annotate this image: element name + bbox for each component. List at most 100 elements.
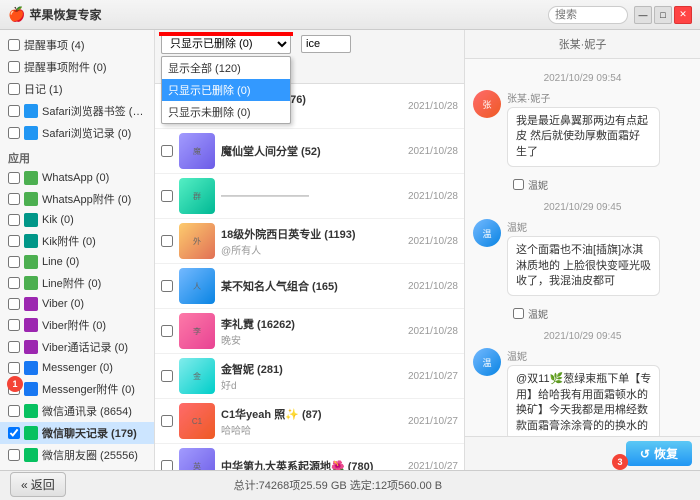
app-title: 苹果恢复专家	[29, 6, 101, 23]
sidebar-item-safari-bookmark[interactable]: Safari浏览器书签 (19)	[0, 100, 154, 122]
chat-check-5[interactable]	[161, 280, 173, 292]
msg-check-2[interactable]	[513, 308, 524, 319]
sidebar-check-safari-history[interactable]	[8, 127, 20, 139]
sidebar-item-safari-history[interactable]: Safari浏览记录 (0)	[0, 122, 154, 144]
sidebar-item-viber[interactable]: Viber (0)	[0, 294, 154, 314]
close-button[interactable]: ✕	[674, 6, 692, 24]
chat-avatar-2: 魔	[179, 133, 215, 169]
sidebar-item-kik-attach[interactable]: Kik附件 (0)	[0, 230, 154, 252]
sidebar-item-viber-attach[interactable]: Viber附件 (0)	[0, 314, 154, 336]
chat-search-input[interactable]	[301, 35, 351, 53]
sidebar-check-line-attach[interactable]	[8, 277, 20, 289]
chat-item[interactable]: C1 C1华yeah 照✨ (87) 哈哈哈 2021/10/27	[155, 399, 464, 444]
sidebar-check-whatsapp-attach[interactable]	[8, 193, 20, 205]
sidebar-check-kik-attach[interactable]	[8, 235, 20, 247]
sidebar-check-riji[interactable]	[8, 83, 20, 95]
chat-info-8: C1华yeah 照✨ (87) 哈哈哈	[221, 406, 402, 437]
sidebar-check-viber-call[interactable]	[8, 341, 20, 353]
total-info: 总计:74268项25.59 GB 选定:12项560.00 B	[234, 477, 443, 493]
sidebar-item-tixing[interactable]: 提醒事项 (4)	[0, 34, 154, 56]
chat-item[interactable]: 魔 魔仙堂人间分堂 (52) 2021/10/28	[155, 129, 464, 174]
messenger-icon	[24, 361, 38, 375]
chat-avatar-9: 英	[179, 448, 215, 470]
whatsapp-attach-icon	[24, 192, 38, 206]
filter-select[interactable]: 显示全部 (120) 只显示已删除 (0) 只显示未删除 (0)	[161, 34, 291, 54]
sidebar-check-wechat-moment[interactable]	[8, 449, 20, 461]
restore-button[interactable]: ↺ 恢复	[626, 441, 692, 466]
sidebar-check-line[interactable]	[8, 256, 20, 268]
chat-info-9: 中华第九大英系起源地🌺 (780)	[221, 458, 402, 470]
safari-history-icon	[24, 126, 38, 140]
msg-check-1[interactable]	[513, 179, 524, 190]
filter-menu-item-deleted[interactable]: 只显示已删除 (0)	[162, 79, 290, 101]
sidebar-check-wechat-chat[interactable]	[8, 427, 20, 439]
sidebar-item-wechat-msg[interactable]: 微信通讯录 (8654)	[0, 400, 154, 422]
chat-meta-4: 2021/10/28	[408, 236, 458, 247]
chat-avatar-6: 李	[179, 313, 215, 349]
wechat-msg-icon	[24, 404, 38, 418]
sidebar-item-riji[interactable]: 日记 (1)	[0, 78, 154, 100]
chat-check-7[interactable]	[161, 370, 173, 382]
title-bar: 🍎 苹果恢复专家 — □ ✕	[0, 0, 700, 30]
sidebar-check-safari-bookmark[interactable]	[8, 105, 20, 117]
sidebar-check-whatsapp[interactable]	[8, 172, 20, 184]
chat-item[interactable]: 李 李礼霓 (16262) 晚安 2021/10/28	[155, 309, 464, 354]
chat-info-4: 18级外院西日英专业 (1193) @所有人	[221, 226, 402, 257]
sidebar-item-wechat-moment[interactable]: 微信朋友圈 (25556)	[0, 444, 154, 466]
msg-row-1: 张 张某·妮子 我是最近鼻翼那两边有点起皮 然后就使劲厚敷面霜好 生了	[473, 90, 692, 167]
maximize-button[interactable]: □	[654, 6, 672, 24]
sidebar-check-viber-attach[interactable]	[8, 319, 20, 331]
sidebar-check-kik[interactable]	[8, 214, 20, 226]
safari-bookmark-icon	[24, 104, 38, 118]
back-button[interactable]: « 返回	[10, 472, 66, 497]
sidebar-item-whatsapp[interactable]: WhatsApp (0)	[0, 168, 154, 188]
sidebar-check-messenger[interactable]	[8, 362, 20, 374]
restore-area: ↺ 恢复	[465, 436, 700, 470]
chat-check-2[interactable]	[161, 145, 173, 157]
chat-contact-name: 张某·妮子	[559, 39, 607, 51]
sidebar-item-viber-call[interactable]: Viber通话记录 (0)	[0, 336, 154, 358]
chat-avatar-8: C1	[179, 403, 215, 439]
sidebar-item-whatsapp-attach[interactable]: WhatsApp附件 (0)	[0, 188, 154, 210]
chat-item[interactable]: 人 某不知名人气组合 (165) 2021/10/28	[155, 264, 464, 309]
chat-check-3[interactable]	[161, 190, 173, 202]
filter-menu-item-all[interactable]: 显示全部 (120)	[162, 57, 290, 79]
sidebar-item-line-attach[interactable]: Line附件 (0)	[0, 272, 154, 294]
sidebar-item-line[interactable]: Line (0)	[0, 252, 154, 272]
msg-checkbox-row-2: 温妮	[473, 304, 692, 325]
sidebar-item-wechat-chat[interactable]: 微信聊天记录 (179)	[0, 422, 154, 444]
sidebar-check-viber[interactable]	[8, 298, 20, 310]
sidebar-item-kik[interactable]: Kik (0)	[0, 210, 154, 230]
chat-check-8[interactable]	[161, 415, 173, 427]
chat-item[interactable]: 英 中华第九大英系起源地🌺 (780) 2021/10/27	[155, 444, 464, 470]
sidebar-check-tixingfujian[interactable]	[8, 61, 20, 73]
sidebar: 提醒事项 (4) 提醒事项附件 (0) 日记 (1) Safari浏览器书签 (…	[0, 30, 155, 470]
chat-meta-6: 2021/10/28	[408, 326, 458, 337]
chat-check-6[interactable]	[161, 325, 173, 337]
chat-item[interactable]: 金 金智妮 (281) 好d 2021/10/27	[155, 354, 464, 399]
right-panel: 张某·妮子 2021/10/29 09:54 张 张某·妮子 我是最近鼻翼那两边…	[465, 30, 700, 470]
chat-avatar-3: 群	[179, 178, 215, 214]
chat-meta-5: 2021/10/28	[408, 281, 458, 292]
top-search-input[interactable]	[548, 6, 628, 24]
chat-check-4[interactable]	[161, 235, 173, 247]
msg-sender-1: 张某·妮子	[507, 90, 660, 105]
minimize-button[interactable]: —	[634, 6, 652, 24]
chat-check-9[interactable]	[161, 460, 173, 470]
chat-item[interactable]: 群 ———————— 2021/10/28	[155, 174, 464, 219]
sidebar-item-messenger-attach[interactable]: Messenger附件 (0)	[0, 378, 154, 400]
wechat-chat-icon	[24, 426, 38, 440]
chat-item[interactable]: 外 18级外院西日英专业 (1193) @所有人 2021/10/28	[155, 219, 464, 264]
sidebar-item-tixingfujian[interactable]: 提醒事项附件 (0)	[0, 56, 154, 78]
sidebar-check-tixing[interactable]	[8, 39, 20, 51]
sidebar-check-wechat-msg[interactable]	[8, 405, 20, 417]
chat-avatar-5: 人	[179, 268, 215, 304]
sidebar-item-messenger[interactable]: Messenger (0)	[0, 358, 154, 378]
msg-avatar-2: 温	[473, 219, 501, 247]
filter-menu-item-undeleted[interactable]: 只显示未删除 (0)	[162, 101, 290, 123]
msg-avatar-1: 张	[473, 90, 501, 118]
chat-info-6: 李礼霓 (16262) 晚安	[221, 316, 402, 347]
msg-content-2: 温妮 这个面霜也不油[插旗]冰淇淋质地的 上脸很快变哑光吸收了，我混油皮都可	[507, 219, 660, 296]
whatsapp-icon	[24, 171, 38, 185]
chat-info-5: 某不知名人气组合 (165)	[221, 278, 402, 294]
